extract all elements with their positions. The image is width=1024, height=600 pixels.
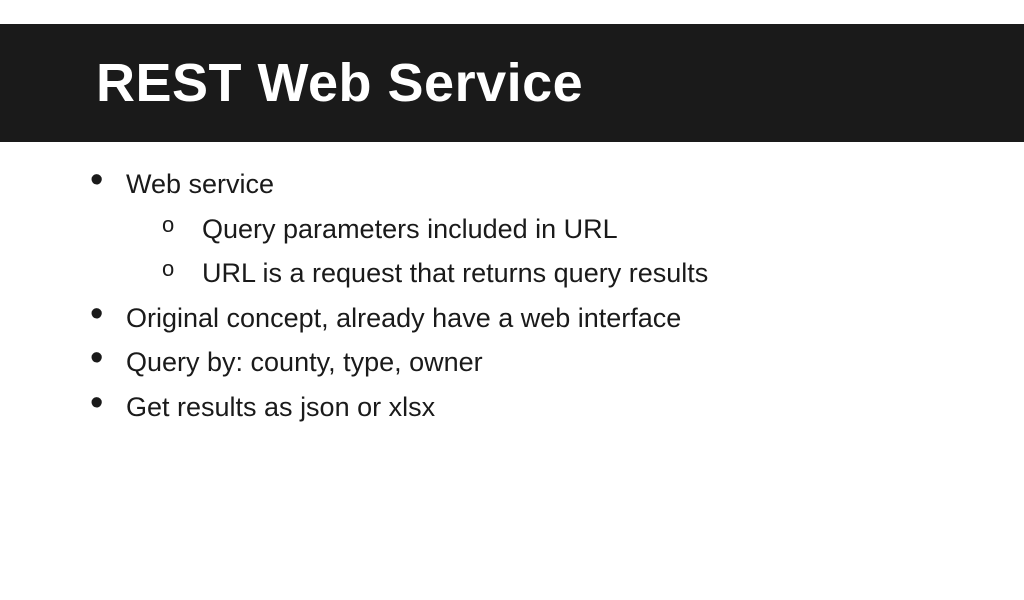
list-item: URL is a request that returns query resu… <box>162 251 964 296</box>
bullet-text: Query by: county, type, owner <box>126 347 483 377</box>
list-item: Query by: county, type, owner <box>90 340 964 385</box>
sub-bullet-text: Query parameters included in URL <box>202 214 618 244</box>
list-item: Query parameters included in URL <box>162 207 964 252</box>
sub-bullet-text: URL is a request that returns query resu… <box>202 258 708 288</box>
bullet-text: Get results as json or xlsx <box>126 392 435 422</box>
bullet-list: Web service Query parameters included in… <box>60 162 964 429</box>
sub-bullet-list: Query parameters included in URL URL is … <box>126 207 964 296</box>
list-item: Get results as json or xlsx <box>90 385 964 430</box>
slide-title: REST Web Service <box>96 52 1024 114</box>
bullet-text: Original concept, already have a web int… <box>126 303 681 333</box>
list-item: Original concept, already have a web int… <box>90 296 964 341</box>
list-item: Web service Query parameters included in… <box>90 162 964 296</box>
slide-content: Web service Query parameters included in… <box>0 142 1024 429</box>
title-bar: REST Web Service <box>0 24 1024 142</box>
bullet-text: Web service <box>126 169 274 199</box>
